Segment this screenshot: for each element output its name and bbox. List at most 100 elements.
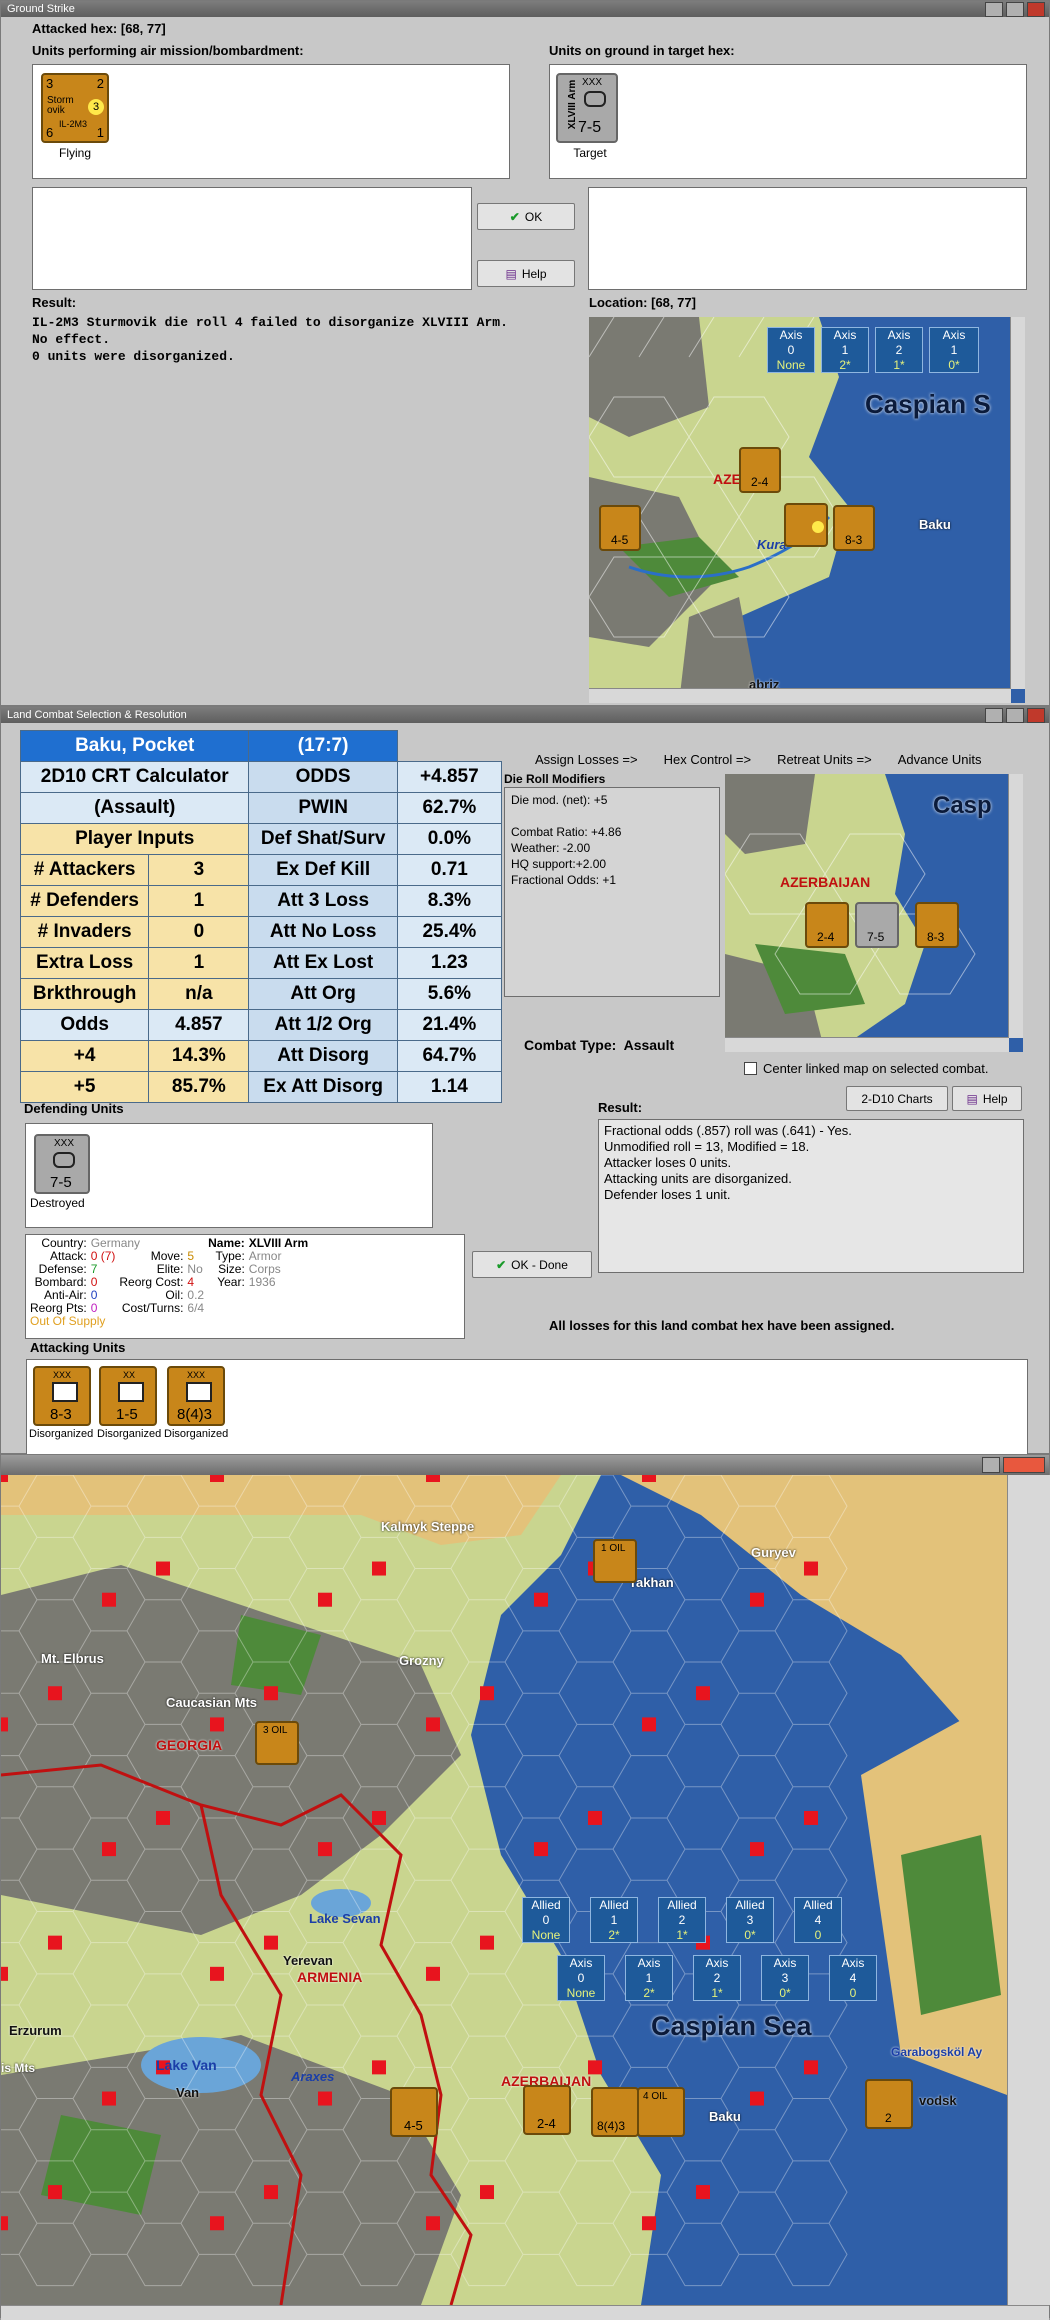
crt-header-title: Baku, Pocket (19, 730, 250, 762)
axis-support-box: Axis 4 0 (829, 1955, 877, 2001)
main-strategic-map[interactable]: Kalmyk Steppe Guryev rakhan 1 OIL Mt. El… (1, 1475, 1007, 2305)
oil-counter[interactable]: 4 OIL (637, 2087, 685, 2137)
map-label-elbrus: Mt. Elbrus (41, 1651, 104, 1666)
help-label: Help (521, 266, 547, 281)
map-unit-counter[interactable]: 2 (865, 2079, 913, 2129)
combat-result-box: Fractional odds (.857) roll was (.641) -… (598, 1119, 1024, 1273)
map-label-lake-van: Lake Van (156, 2057, 217, 2073)
tab-retreat-units[interactable]: Retreat Units => (777, 752, 872, 767)
minimize-icon[interactable] (985, 2, 1003, 17)
sea-label: Caspian S (865, 389, 991, 419)
close-icon[interactable] (1003, 1457, 1045, 1473)
combat-location-map[interactable]: Casp AZERBAIJAN 2-4 7-5 8-3 (725, 774, 1023, 1052)
allied-box-val: 0 (542, 1913, 550, 1927)
map-label-yerevan: Yerevan (283, 1953, 333, 1968)
allied-box-sub: 1* (676, 1928, 688, 1942)
crt-calc-title: (Assault) (19, 792, 250, 824)
ok-label: OK (524, 209, 543, 224)
combat-map-hscroll[interactable] (725, 1037, 1009, 1052)
maximize-icon[interactable] (1006, 708, 1024, 723)
allied-box-sub: 0 (814, 1928, 822, 1942)
tab-assign-losses[interactable]: Assign Losses => (535, 752, 638, 767)
ok-done-button[interactable]: ✔ OK - Done (472, 1251, 592, 1278)
main-map-vscroll[interactable] (1007, 1475, 1050, 2305)
close-icon[interactable] (1027, 708, 1045, 723)
map-unit-counter[interactable]: 2-4 (739, 447, 781, 493)
crt-left-value: 4.857 (148, 1009, 250, 1041)
map-unit-counter[interactable]: 8-3 (833, 505, 875, 551)
air-unit-model: IL-2M3 (59, 119, 88, 129)
map-unit-counter[interactable]: 4-5 (599, 505, 641, 551)
oil-counter[interactable]: 1 OIL (593, 1539, 637, 1583)
allied-box-label: Allied (735, 1898, 765, 1912)
close-icon[interactable] (1027, 2, 1045, 17)
crt-calc-title: 2D10 CRT Calculator (19, 761, 250, 793)
window-title: Ground Strike (7, 3, 75, 15)
map-unit-counter[interactable]: 7-5 (855, 902, 899, 948)
allied-box-sub: 0* (744, 1928, 756, 1942)
attacker-counter[interactable]: XX 1-5 (99, 1366, 157, 1426)
map-unit-counter[interactable]: 8-3 (915, 902, 959, 948)
armor-icon (53, 1152, 75, 1168)
axis-box-val: 0 (577, 1971, 585, 1985)
strike-map-hscroll[interactable] (589, 688, 1011, 703)
combat-type-value: Assault (623, 1037, 675, 1053)
attacker-counter[interactable]: XXX 8(4)3 (167, 1366, 225, 1426)
air-detail-box (32, 187, 472, 290)
air-unit-top-left: 3 (46, 76, 54, 91)
maximize-icon[interactable] (1006, 2, 1024, 17)
location-label: Location: (589, 295, 648, 310)
main-map-terrain (1, 1475, 1007, 2305)
crt-left-value: 3 (148, 854, 250, 886)
charts-button[interactable]: 2-D10 Charts (846, 1086, 948, 1111)
map-unit-counter[interactable]: 4-5 (390, 2087, 438, 2137)
crt-right-label: Def Shat/Surv (248, 823, 398, 855)
strike-map-vscroll[interactable] (1010, 317, 1025, 689)
help-button[interactable]: ▤ Help (477, 260, 575, 287)
unit-info-table: Country: Germany Name: XLVIII Arm Attack: 0 … (30, 1236, 309, 1328)
tab-hex-control[interactable]: Hex Control => (664, 752, 751, 767)
defender-status: Destroyed (30, 1196, 85, 1210)
crt-right-value: 8.3% (396, 885, 503, 917)
defender-counter[interactable]: XXX 7-5 (34, 1134, 90, 1194)
crt-right-value: 64.7% (396, 1040, 503, 1072)
minimize-icon[interactable] (982, 1457, 1000, 1473)
map-unit-counter[interactable]: 2-4 (805, 902, 849, 948)
map-unit-counter[interactable]: 8(4)3 (591, 2087, 639, 2137)
ground-strike-titlebar[interactable]: Ground Strike (1, 1, 1049, 17)
center-map-checkbox[interactable] (744, 1062, 757, 1075)
target-unit-strength: 7-5 (578, 119, 602, 136)
checkmark-icon: ✔ (509, 209, 520, 224)
crt-right-value: 5.6% (396, 978, 503, 1010)
help-button[interactable]: ▤ Help (952, 1086, 1022, 1111)
map-unit-counter[interactable]: 2-4 (523, 2085, 571, 2135)
minimize-icon[interactable] (985, 708, 1003, 723)
target-unit-counter[interactable]: XLVIII Arm XXX 7-5 (556, 73, 618, 143)
land-combat-titlebar[interactable]: Land Combat Selection & Resolution (1, 707, 1049, 723)
allied-box-label: Allied (803, 1898, 833, 1912)
ok-button[interactable]: ✔ OK (477, 203, 575, 230)
combat-map-vscroll[interactable] (1008, 774, 1023, 1038)
map-label-araxes: Araxes (291, 2069, 335, 2084)
air-unit-map-counter[interactable] (784, 503, 828, 547)
help-book-icon: ▤ (505, 266, 517, 281)
tab-advance-units[interactable]: Advance Units (898, 752, 982, 767)
allied-box-val: 4 (814, 1913, 822, 1927)
unit-info-box: Country: Germany Name: XLVIII Arm Attack: 0 … (25, 1234, 465, 1339)
axis-box-sub: 0* (779, 1986, 791, 2000)
armor-icon (584, 91, 606, 107)
region-label: AZERBAIJAN (780, 874, 871, 890)
axis-box-val: 4 (849, 1971, 857, 1985)
allied-box-val: 2 (678, 1913, 686, 1927)
oil-counter[interactable]: 3 OIL (255, 1721, 299, 1765)
air-unit-counter[interactable]: 3 2 Storm ovik 3 IL-2M3 6 1 (41, 73, 109, 143)
window-title: Land Combat Selection & Resolution (7, 709, 187, 721)
strike-location-map[interactable]: Axis 0 None Axis 1 2* Axis 2 1* Axis 1 0* Caspia… (589, 317, 1025, 703)
main-map-titlebar[interactable] (1, 1455, 1049, 1475)
air-unit-name-2: ovik (47, 105, 65, 116)
crt-right-label: Att Disorg (248, 1040, 398, 1072)
ground-units-box: XLVIII Arm XXX 7-5 Target (549, 64, 1027, 179)
result-line: 0 units were disorganized. (32, 349, 235, 364)
axis-box-sub: 2* (643, 1986, 655, 2000)
attacker-counter[interactable]: XXX 8-3 (33, 1366, 91, 1426)
